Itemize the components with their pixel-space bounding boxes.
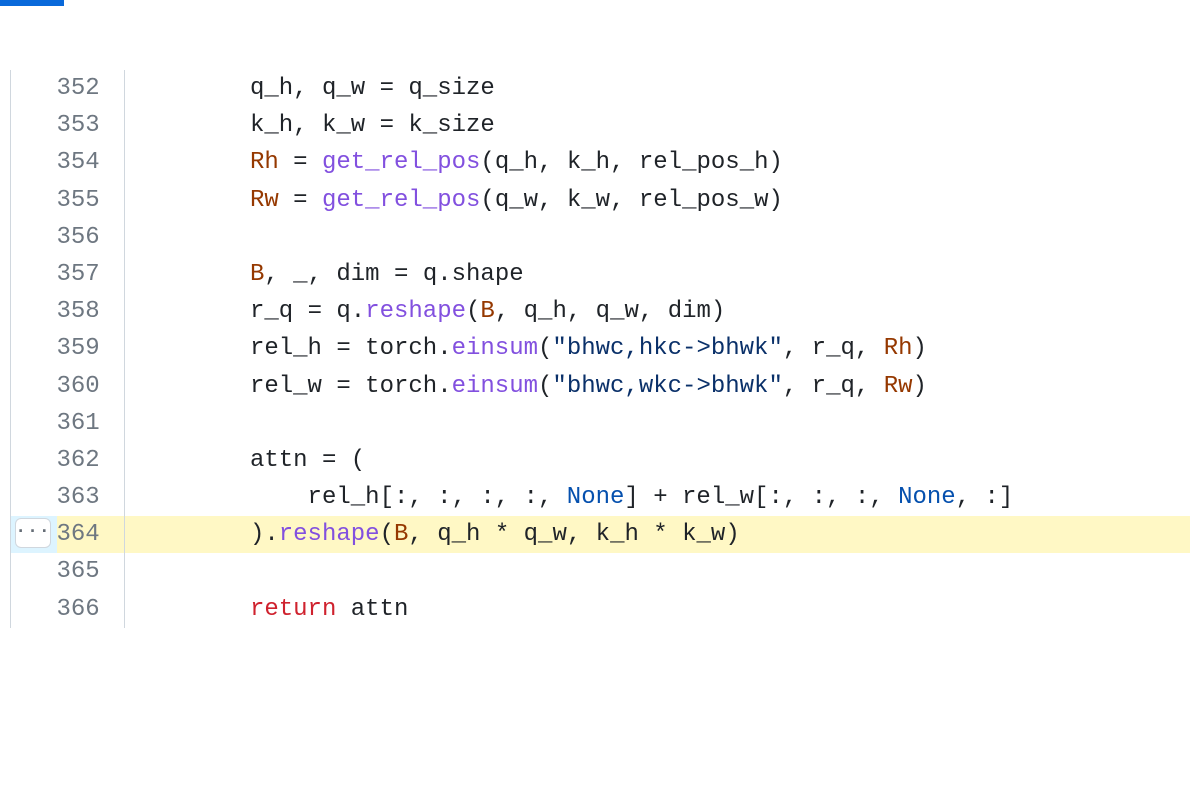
line-number[interactable]: 362	[57, 442, 125, 479]
expand-gutter	[11, 479, 57, 516]
code-content[interactable]: attn = (	[124, 442, 1189, 479]
code-content[interactable]: B, _, dim = q.shape	[124, 256, 1189, 293]
code-line: 354 Rh = get_rel_pos(q_h, k_h, rel_pos_h…	[11, 144, 1190, 181]
expand-gutter	[11, 368, 57, 405]
line-number[interactable]: 363	[57, 479, 125, 516]
expand-gutter	[11, 442, 57, 479]
code-line: 366 return attn	[11, 591, 1190, 628]
line-number[interactable]: 360	[57, 368, 125, 405]
expand-gutter	[11, 144, 57, 181]
code-content[interactable]: return attn	[124, 591, 1189, 628]
code-line: 353 k_h, k_w = k_size	[11, 107, 1190, 144]
expand-gutter	[11, 256, 57, 293]
line-number[interactable]: 352	[57, 70, 125, 107]
code-line: 359 rel_h = torch.einsum("bhwc,hkc->bhwk…	[11, 330, 1190, 367]
code-content[interactable]: r_q = q.reshape(B, q_h, q_w, dim)	[124, 293, 1189, 330]
line-number[interactable]: 355	[57, 182, 125, 219]
code-content[interactable]: Rh = get_rel_pos(q_h, k_h, rel_pos_h)	[124, 144, 1189, 181]
code-content[interactable]: rel_h = torch.einsum("bhwc,hkc->bhwk", r…	[124, 330, 1189, 367]
code-diff-table: 352 q_h, q_w = q_size353 k_h, k_w = k_si…	[10, 70, 1190, 628]
line-number[interactable]: 365	[57, 553, 125, 590]
code-line: 355 Rw = get_rel_pos(q_w, k_w, rel_pos_w…	[11, 182, 1190, 219]
code-line: 358 r_q = q.reshape(B, q_h, q_w, dim)	[11, 293, 1190, 330]
code-line: 361	[11, 405, 1190, 442]
code-line: 357 B, _, dim = q.shape	[11, 256, 1190, 293]
line-number[interactable]: 361	[57, 405, 125, 442]
line-number[interactable]: 358	[57, 293, 125, 330]
expand-gutter	[11, 591, 57, 628]
line-number[interactable]: 364	[57, 516, 125, 553]
code-line: 360 rel_w = torch.einsum("bhwc,wkc->bhwk…	[11, 368, 1190, 405]
code-content[interactable]: Rw = get_rel_pos(q_w, k_w, rel_pos_w)	[124, 182, 1189, 219]
expand-gutter	[11, 405, 57, 442]
expand-gutter	[11, 107, 57, 144]
code-content[interactable]: rel_h[:, :, :, :, None] + rel_w[:, :, :,…	[124, 479, 1189, 516]
expand-gutter	[11, 553, 57, 590]
code-content[interactable]	[124, 219, 1189, 256]
expand-gutter: ···	[11, 516, 57, 553]
expand-button[interactable]: ···	[15, 518, 51, 548]
code-content[interactable]	[124, 405, 1189, 442]
code-line: ···364 ).reshape(B, q_h * q_w, k_h * k_w…	[11, 516, 1190, 553]
expand-gutter	[11, 182, 57, 219]
code-line: 352 q_h, q_w = q_size	[11, 70, 1190, 107]
line-number[interactable]: 366	[57, 591, 125, 628]
expand-gutter	[11, 70, 57, 107]
code-content[interactable]: q_h, q_w = q_size	[124, 70, 1189, 107]
code-content[interactable]	[124, 553, 1189, 590]
code-line: 356	[11, 219, 1190, 256]
code-line: 365	[11, 553, 1190, 590]
expand-gutter	[11, 293, 57, 330]
line-number[interactable]: 356	[57, 219, 125, 256]
line-number[interactable]: 359	[57, 330, 125, 367]
code-content[interactable]: ).reshape(B, q_h * q_w, k_h * k_w)	[124, 516, 1189, 553]
line-number[interactable]: 357	[57, 256, 125, 293]
code-content[interactable]: k_h, k_w = k_size	[124, 107, 1189, 144]
expand-gutter	[11, 330, 57, 367]
line-number[interactable]: 353	[57, 107, 125, 144]
code-line: 363 rel_h[:, :, :, :, None] + rel_w[:, :…	[11, 479, 1190, 516]
code-line: 362 attn = (	[11, 442, 1190, 479]
code-content[interactable]: rel_w = torch.einsum("bhwc,wkc->bhwk", r…	[124, 368, 1189, 405]
expand-gutter	[11, 219, 57, 256]
top-accent-bar	[0, 0, 1190, 8]
line-number[interactable]: 354	[57, 144, 125, 181]
